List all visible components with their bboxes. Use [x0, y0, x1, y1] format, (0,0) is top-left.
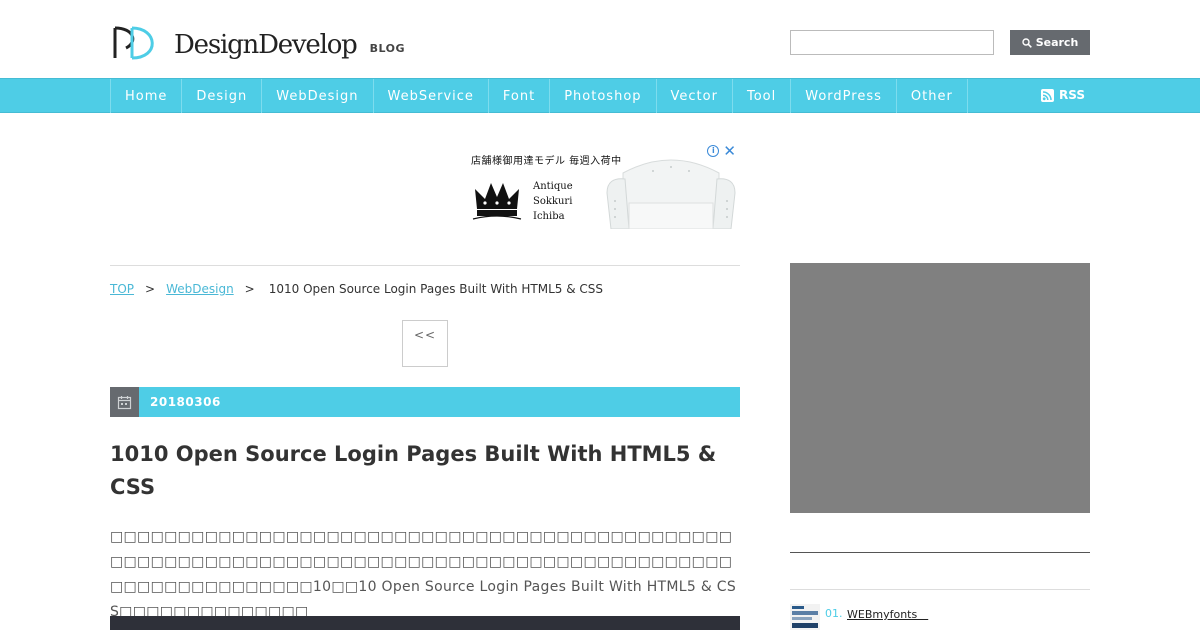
article-title: 1010 Open Source Login Pages Built With … — [110, 442, 717, 499]
ad-banner[interactable]: 店舗様御用達モデル 毎週入荷中 i ✕ Antique Sokkuri Ichi… — [465, 143, 740, 229]
site-logo[interactable]: DesignDevelop BLOG — [112, 26, 405, 60]
sofa-image — [606, 159, 736, 229]
ranking-item[interactable]: 01. WEBmyfonts — [790, 604, 1090, 630]
ad-brand-line: Antique — [533, 181, 573, 192]
nav-item-other[interactable]: Other — [897, 79, 968, 113]
rss-icon — [1041, 88, 1054, 102]
prev-post-button[interactable]: << — [402, 320, 448, 367]
nav-item-photoshop[interactable]: Photoshop — [550, 79, 657, 113]
nav-item-home[interactable]: Home — [111, 79, 183, 113]
search-input[interactable] — [790, 30, 994, 55]
nav-item-design[interactable]: Design — [182, 79, 263, 113]
breadcrumb-top-link[interactable]: TOP — [110, 282, 134, 296]
post-date: 20180306 — [150, 395, 221, 409]
calendar-icon-box — [110, 387, 139, 417]
breadcrumb-separator: > — [244, 282, 255, 296]
nav-item-tool[interactable]: Tool — [733, 79, 792, 113]
rss-link[interactable]: RSS — [1041, 88, 1085, 102]
crown-icon — [472, 183, 522, 220]
logo-text: DesignDevelop — [174, 30, 358, 60]
nav-item-webdesign[interactable]: WebDesign — [262, 79, 374, 113]
nav-item-wordpress[interactable]: WordPress — [791, 79, 897, 113]
calendar-icon — [117, 395, 132, 409]
article-hero-image — [110, 616, 740, 630]
nav-list: Home Design WebDesign WebService Font Ph… — [110, 79, 968, 113]
article-body: □□□□□□□□□□□□□□□□□□□□□□□□□□□□□□□□□□□□□□□□… — [110, 529, 737, 620]
sidebar-ad-placeholder[interactable] — [790, 263, 1090, 513]
nav-item-font[interactable]: Font — [489, 79, 551, 113]
breadcrumb-separator: > — [145, 282, 156, 296]
ad-brand-line: Ichiba — [533, 211, 565, 222]
logo-mark-icon — [113, 26, 154, 60]
site-header: DesignDevelop BLOG Search — [0, 0, 1200, 78]
ad-brand-name: Antique Sokkuri Ichiba — [533, 179, 573, 224]
ranking-thumbnail — [790, 604, 820, 630]
global-nav: Home Design WebDesign WebService Font Ph… — [0, 78, 1200, 113]
ranking-link[interactable]: WEBmyfonts — [847, 606, 928, 622]
breadcrumb-category-link[interactable]: WebDesign — [166, 282, 234, 296]
sidebar-heading-rule — [790, 552, 1090, 553]
post-date-bar: 20180306 — [110, 387, 740, 417]
ranking-number: 01. — [825, 607, 843, 620]
ad-brand-line: Sokkuri — [533, 196, 573, 207]
content-divider — [110, 265, 740, 266]
logo-sub-label: BLOG — [369, 42, 405, 55]
breadcrumb-current: 1010 Open Source Login Pages Built With … — [268, 282, 603, 296]
ad-headline: 店舗様御用達モデル 毎週入荷中 — [471, 156, 622, 167]
sidebar-divider — [790, 589, 1090, 590]
nav-item-webservice[interactable]: WebService — [374, 79, 489, 113]
nav-item-vector[interactable]: Vector — [657, 79, 733, 113]
breadcrumb: TOP > WebDesign > 1010 Open Source Login… — [110, 282, 603, 296]
search-button-label: Search — [1035, 36, 1079, 49]
search-icon — [1022, 37, 1032, 48]
search-button[interactable]: Search — [1010, 30, 1090, 55]
rss-label: RSS — [1059, 88, 1085, 102]
